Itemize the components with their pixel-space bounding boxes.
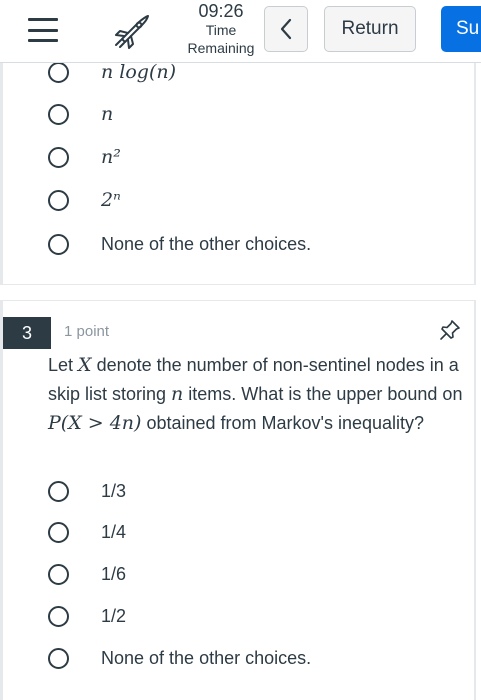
option-n[interactable]: n [48, 99, 113, 129]
rocket-icon[interactable] [112, 12, 152, 52]
question-text-part: items. What is the upper bound on [183, 384, 463, 404]
radio-button[interactable] [48, 103, 69, 125]
chevron-left-icon [280, 18, 292, 40]
option-label: 2ⁿ [101, 189, 121, 211]
radio-button[interactable] [48, 521, 69, 543]
option-1-6[interactable]: 1/6 [48, 559, 126, 589]
option-1-3[interactable]: 1/3 [48, 476, 126, 506]
timer-value: 09:26 [198, 1, 244, 21]
radio-button[interactable] [48, 146, 69, 168]
timer-label-remaining: Remaining [187, 40, 255, 56]
previous-question-card: n log(n) n n² 2ⁿ None of the other choic… [0, 62, 476, 285]
question-text: Let X denote the number of non-sentinel … [48, 351, 468, 438]
option-1-2[interactable]: 1/2 [48, 601, 126, 631]
option-label: None of the other choices. [101, 647, 312, 668]
question-text-part: Let [48, 355, 79, 375]
question-points: 1 point [64, 323, 110, 340]
radio-button[interactable] [48, 62, 69, 83]
option-n-squared[interactable]: n² [48, 142, 121, 172]
math-probability-expression: P(X > 4n) [48, 412, 142, 434]
option-partial-nlogn[interactable]: n log(n) [48, 62, 176, 87]
option-1-4[interactable]: 1/4 [48, 517, 126, 547]
submit-button[interactable]: Su [441, 6, 481, 52]
option-label: n log(n) [101, 62, 177, 83]
back-button[interactable] [264, 6, 308, 52]
return-button[interactable]: Return [324, 6, 416, 52]
top-toolbar: 09:26 Time Remaining Return Su [0, 0, 481, 63]
hamburger-menu-icon[interactable] [28, 18, 58, 42]
radio-button[interactable] [48, 233, 69, 255]
question-card-3: 3 1 point Let X denote the number of non… [0, 300, 476, 700]
radio-button[interactable] [48, 605, 69, 627]
option-label: None of the other choices. [101, 233, 312, 254]
pushpin-icon[interactable] [438, 318, 462, 342]
option-2-to-n[interactable]: 2ⁿ [48, 185, 121, 215]
question-text-part: obtained from Markov's inequality? [141, 413, 425, 433]
radio-button[interactable] [48, 647, 69, 669]
radio-button[interactable] [48, 480, 69, 502]
timer-label-time: Time [205, 22, 237, 38]
option-label: 1/4 [101, 521, 127, 542]
question-number: 3 [3, 317, 51, 349]
radio-button[interactable] [48, 189, 69, 211]
option-label: n² [101, 146, 121, 168]
option-none[interactable]: None of the other choices. [48, 229, 311, 259]
option-none[interactable]: None of the other choices. [48, 643, 311, 673]
math-variable-x: X [78, 354, 92, 376]
time-remaining: 09:26 Time Remaining [178, 0, 264, 57]
option-label: 1/2 [101, 605, 127, 626]
option-label: 1/3 [101, 480, 127, 501]
radio-button[interactable] [48, 563, 69, 585]
option-label: 1/6 [101, 563, 127, 584]
option-label: n [101, 103, 114, 125]
math-variable-n: n [171, 383, 184, 405]
